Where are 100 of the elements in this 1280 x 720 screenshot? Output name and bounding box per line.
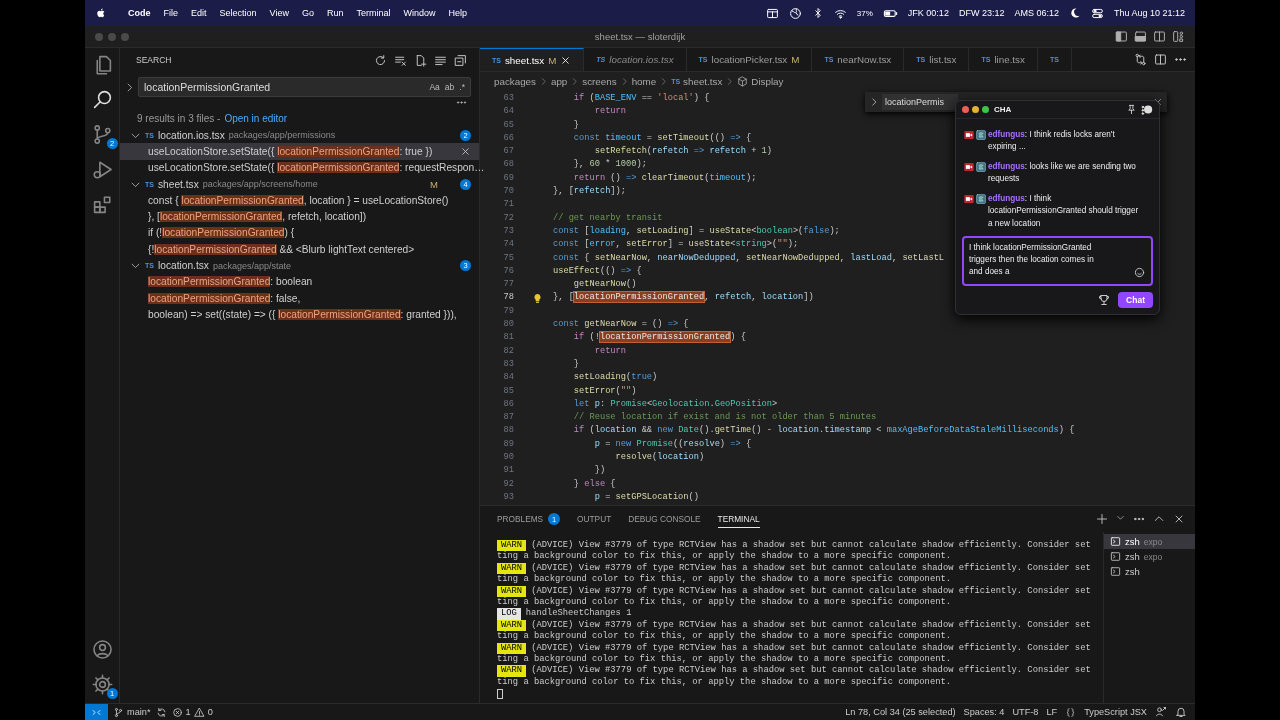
menu-item[interactable]: File xyxy=(163,8,178,18)
code-line: if (!locationPermissionGranted) { xyxy=(572,331,746,345)
file-name[interactable]: location.ios.tsx xyxy=(157,129,225,141)
chat-message: edfungus: I think redis locks aren't expiring ... xyxy=(988,128,1116,153)
code-line: return xyxy=(593,344,626,358)
terminal-line: ting a background color to fix this, or apply the shadow to a more specific component. xyxy=(497,676,951,689)
line-number: 66 xyxy=(502,131,514,145)
encoding[interactable]: UTF-8 xyxy=(1012,707,1039,717)
cursor-position[interactable]: Ln 78, Col 34 (25 selected) xyxy=(845,707,956,717)
terminal-line: ting a background color to fix this, or apply the shadow to a more specific component. xyxy=(497,631,951,643)
match-case-toggle[interactable]: Aa xyxy=(429,82,440,92)
breadcrumb[interactable]: packages xyxy=(494,76,536,87)
terminal-line: (ADVICE) View #3779 of type RCTView has a shadow set but cannot calculate shadow efficiently. Consider set xyxy=(531,619,1091,631)
log-level-label: LOG xyxy=(497,608,521,620)
open-in-editor-link[interactable]: Open in editor xyxy=(224,112,288,124)
code-line: } xyxy=(572,118,580,132)
code-line: const timeout = setTimeout(() => { xyxy=(572,131,752,145)
line-number: 73 xyxy=(502,224,514,238)
line-number: 83 xyxy=(502,357,514,371)
menu-item[interactable]: Window xyxy=(403,8,436,18)
menu-item[interactable]: Selection xyxy=(219,8,257,18)
line-number: 79 xyxy=(502,304,514,318)
code-line: const { setNearNow, nearNowDedupped, setNearNowDedupped, lastLoad, setLastL xyxy=(553,251,945,265)
code-line: } xyxy=(572,357,580,371)
terminal-session[interactable]: zsh expo xyxy=(1104,549,1195,564)
code-line: } else { xyxy=(572,477,616,491)
sidebar-title: SEARCH xyxy=(136,55,172,65)
search-result[interactable]: if (!locationPermissionGranted) { xyxy=(120,224,479,242)
terminal-line: (ADVICE) View #3779 of type RCTView has a shadow set but cannot calculate shadow efficiently. Consider set xyxy=(531,585,1091,597)
search-result[interactable]: {!locationPermissionGranted && <Blurb lightText centered> xyxy=(120,241,479,258)
code-line: }, 60 * 1000); xyxy=(572,158,647,172)
breadcrumb[interactable]: home xyxy=(631,76,657,87)
window-title: sheet.tsx — sloterdijk xyxy=(594,31,686,42)
log-level-label: WARN xyxy=(497,562,527,575)
menu-item[interactable]: View xyxy=(269,8,289,18)
line-number: 88 xyxy=(502,424,514,438)
breadcrumb[interactable]: app xyxy=(550,76,568,87)
search-field[interactable]: locationPermissionGranted Aa ab .* xyxy=(138,77,471,97)
line-number: 67 xyxy=(502,145,514,159)
line-number: 84 xyxy=(502,371,514,385)
breadcrumb[interactable]: screens xyxy=(582,76,617,87)
chat-message: edfungus: looks like we are sending two requests xyxy=(988,160,1137,185)
terminal-line: (ADVICE) View #3779 of type RCTView has a shadow set but cannot calculate shadow efficiently. Consider set xyxy=(531,642,1091,654)
warning-count[interactable]: 0 xyxy=(207,707,213,717)
log-level-label: WARN xyxy=(497,540,527,552)
search-result[interactable]: useLocationStore.setState({ locationPermissionGranted: true }) xyxy=(120,143,479,160)
code-line: useEffect(() => { xyxy=(553,264,642,278)
search-result[interactable]: locationPermissionGranted: false, xyxy=(120,289,479,307)
panel-tab[interactable]: TERMINAL xyxy=(717,510,760,528)
whole-word-toggle[interactable]: ab xyxy=(444,82,455,92)
line-number: 93 xyxy=(502,490,514,504)
terminal-line: ting a background color to fix this, or apply the shadow to a more specific component. xyxy=(497,596,951,608)
line-number: 70 xyxy=(502,185,514,199)
line-ending[interactable]: LF xyxy=(1046,707,1058,717)
breadcrumb[interactable]: sheet.tsx xyxy=(683,76,723,87)
battery-percent: 37% xyxy=(856,8,873,18)
code-line: const [error, setError] = useState<string>(""); xyxy=(553,238,799,252)
file-path: packages/app/screens/home xyxy=(202,179,318,190)
branch-name[interactable]: main* xyxy=(127,707,151,717)
error-count[interactable]: 1 xyxy=(185,707,191,717)
app-menu[interactable]: Code xyxy=(128,8,151,18)
code-line: }, [locationPermissionGranted, refetch, location]) xyxy=(553,291,814,305)
log-level-label: WARN xyxy=(497,665,527,677)
code-line: // Reuse location if exist and is not older than 5 minutes xyxy=(572,411,877,425)
search-result[interactable]: boolean) => set((state) => ({ locationPermissionGranted: granted })), xyxy=(120,306,479,323)
panel-tab[interactable]: DEBUG CONSOLE xyxy=(628,510,701,528)
file-name[interactable]: sheet.tsx xyxy=(157,178,199,190)
line-number: 74 xyxy=(502,238,514,252)
terminal-line: (ADVICE) View #3779 of type RCTView has a shadow set but cannot calculate shadow efficiently. Consider set xyxy=(531,665,1091,677)
search-result[interactable]: locationPermissionGranted: boolean xyxy=(120,273,479,290)
indentation[interactable]: Spaces: 4 xyxy=(963,707,1005,717)
code-line: }, [refetch]); xyxy=(553,185,626,199)
breadcrumb[interactable]: Display xyxy=(751,76,784,87)
menu-item[interactable]: Go xyxy=(301,8,314,18)
line-number: 78 xyxy=(502,291,514,305)
terminal-session[interactable]: zsh expo xyxy=(1104,534,1195,549)
code-line: p = new Promise((resolve) => { xyxy=(593,437,752,451)
terminal-session[interactable]: zsh xyxy=(1104,564,1195,579)
menu-item[interactable]: Run xyxy=(326,8,344,18)
menu-item[interactable]: Help xyxy=(448,8,467,18)
line-number: 87 xyxy=(502,411,514,425)
line-number: 85 xyxy=(502,384,514,398)
menu-item[interactable]: Terminal xyxy=(356,8,391,18)
chat-send-button[interactable]: Chat xyxy=(1118,292,1153,308)
find-field[interactable]: locationPermis xyxy=(882,94,958,110)
code-line: p = setGPSLocation() xyxy=(593,490,699,504)
line-number: 80 xyxy=(502,318,514,332)
code-line: if (location && new Date().getTime() - location.timestamp < maxAgeBeforeDataStaleMilliseconds) { xyxy=(572,424,1075,438)
line-number: 82 xyxy=(502,344,514,358)
chat-input-field[interactable]: I think locationPermissionGranted triggers then the location comes in and does a xyxy=(962,236,1153,286)
regex-toggle[interactable]: .* xyxy=(459,82,465,92)
modified-marker: M xyxy=(430,178,438,190)
code-line: setLoading(true) xyxy=(572,371,658,385)
date-time[interactable]: Thu Aug 10 21:12 xyxy=(1113,8,1185,18)
search-result[interactable]: const { locationPermissionGranted, location } = useLocationStore() xyxy=(120,192,479,209)
panel-tab[interactable]: OUTPUT xyxy=(577,510,612,528)
menu-item[interactable]: Edit xyxy=(191,8,207,18)
file-name[interactable]: location.tsx xyxy=(157,260,209,271)
line-number: 81 xyxy=(502,331,514,345)
language-mode[interactable]: TypeScript JSX xyxy=(1084,707,1147,717)
